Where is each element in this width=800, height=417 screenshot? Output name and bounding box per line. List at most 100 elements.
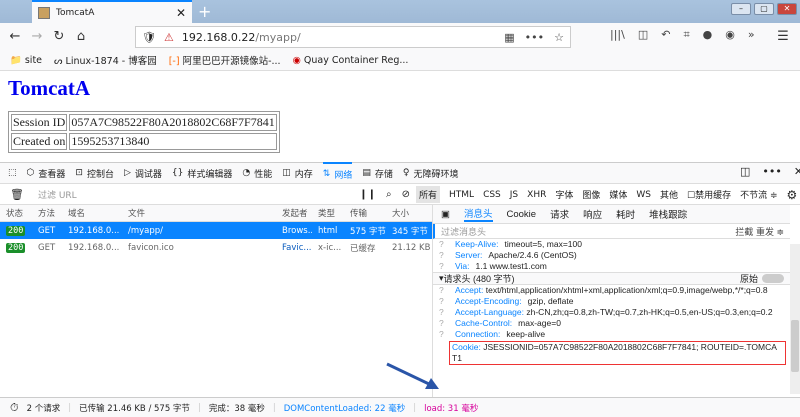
header-row: ? Via: 1.1 www.test1.com [439,261,547,271]
session-id-value: 057A7C98522F80A2018802C68F7F7841 [69,114,277,131]
network-status-bar: ⏱ 2 个请求 | 已传输 21.46 KB / 575 字节 | 完成：38 毫秒… [0,397,800,417]
block-button[interactable]: 拦截 [735,227,753,237]
request-details-panel: ▣ 消息头 Cookie 请求 响应 耗时 堆栈跟踪 过滤消息头 拦截 重发 ≑ … [432,205,790,397]
crop-icon[interactable]: ⌗ [683,28,689,42]
header-row: ? Server: Apache/2.4.6 (CentOS) [439,250,577,260]
transferred-size: 已传输 21.46 KB / 575 字节 [79,403,190,414]
resend-button[interactable]: 重发 ≑ [756,227,784,237]
annotation-arrow-icon [386,362,439,389]
header-row: ? Cache-Control: max-age=0 [439,318,561,328]
forward-button[interactable]: → [26,29,48,44]
tab-accessibility[interactable]: ♀ 无障碍环境 [403,162,459,184]
header-row: ? Accept-Language: zh-CN,zh;q=0.8,zh-TW;q… [439,307,773,317]
status-badge: 200 [6,242,26,253]
dom-content-loaded-time: DOMContentLoaded: 22 毫秒 [283,403,406,414]
search-icon[interactable]: ⌕ [386,189,392,200]
url-path: /myapp/ [255,30,301,44]
tab-cookies[interactable]: Cookie [507,209,537,220]
reload-button[interactable]: ↻ [48,29,70,44]
maximize-button[interactable]: ▢ [754,3,774,15]
header-filter-input[interactable]: 过滤消息头 [441,225,486,238]
devtools-tabs: ⬚ ⬡ 查看器 ⊡ 控制台 ▷ 调试器 {} 样式编辑器 ◔ 性能 ◫ 内存 ⇅ 网络 ▤ 存储… [0,162,800,184]
sidebar-icon[interactable]: ◫ [638,28,648,42]
table-row[interactable]: 200GET192.168.0.../myapp/Brows...html575… [0,222,432,239]
tab-style-editor[interactable]: {} 样式编辑器 [172,162,232,184]
tab-timings[interactable]: 耗时 [616,207,635,221]
toggle-panel-icon[interactable]: ▣ [441,209,450,220]
url-bar[interactable]: 🛡 ⚠ 192.168.0.22/myapp/ ▦ ••• ☆ [135,26,571,48]
element-picker-icon[interactable]: ⬚ [8,168,17,178]
tab-response[interactable]: 响应 [583,207,602,221]
tab-memory[interactable]: ◫ 内存 [282,162,313,184]
new-tab-button[interactable]: + [198,2,211,21]
raw-label: 原始 [739,274,758,284]
filter-js[interactable]: JS [510,190,518,200]
filter-media[interactable]: 媒体 [609,188,627,201]
tab-console[interactable]: ⊡ 控制台 [75,162,114,184]
filter-html[interactable]: HTML [449,190,474,200]
filter-xhr[interactable]: XHR [527,190,546,200]
block-icon[interactable]: ⊘ [402,189,410,200]
tab-debugger[interactable]: ▷ 调试器 [124,162,162,184]
filter-other[interactable]: 其他 [660,188,678,201]
filter-images[interactable]: 图像 [582,188,600,201]
throttle-select[interactable]: 不节流 ≑ [740,188,777,201]
finish-time: 完成：38 毫秒 [208,403,265,414]
filter-ws[interactable]: WS [636,190,651,200]
pause-icon[interactable]: ❙❙ [359,189,376,200]
created-on-label: Created on [11,133,68,150]
browser-tab[interactable]: TomcatA ✕ [32,0,192,23]
undo-icon[interactable]: ↶ [661,28,670,42]
account-icon[interactable]: ◉ [725,28,735,42]
request-headers-section[interactable]: ▾ 请求头 (480 字节) 原始 [433,272,790,285]
url-filter-input[interactable]: 过滤 URL [38,188,77,201]
table-header: 状态 方法 域名 文件 发起者 类型 传输 大小 [0,205,432,222]
session-table: Session ID 057A7C98522F80A2018802C68F7F78… [8,111,280,153]
devtools-close-icon[interactable]: ✕ [794,165,800,178]
tab-params[interactable]: 请求 [550,207,569,221]
tab-network[interactable]: ⇅ 网络 [322,162,353,184]
library-icon[interactable]: |||\ [610,28,625,42]
shield-icon: 🛡 [142,30,156,44]
tab-headers[interactable]: 消息头 [463,206,493,222]
page-actions-icon[interactable]: ••• [525,31,544,44]
overflow-icon[interactable]: » [748,28,755,42]
settings-gear-icon[interactable]: ⚙ [787,188,798,202]
dock-icon[interactable]: ◫ [740,165,750,178]
home-button[interactable]: ⌂ [70,29,92,44]
request-count: 2 个请求 [26,403,61,414]
created-on-value: 1595253713840 [69,133,277,150]
trash-icon[interactable]: 🗑 [10,188,24,201]
devtools-more-icon[interactable]: ••• [762,165,781,178]
filter-fonts[interactable]: 字体 [555,188,573,201]
tab-performance[interactable]: ◔ 性能 [242,162,272,184]
bookmark-star-icon[interactable]: ☆ [554,31,564,44]
filter-css[interactable]: CSS [483,190,501,200]
load-time: load: 31 毫秒 [424,403,479,414]
close-window-button[interactable]: ✕ [777,3,797,15]
bookmark-site[interactable]: 📁 site [10,55,42,66]
bookmarks-bar: 📁 site ᔕ Linux-1874 - 博客园 [-] 阿里巴巴开源镜像站-… [0,50,800,71]
session-id-label: Session ID [11,114,68,131]
qr-code-icon[interactable]: ▦ [504,31,514,44]
header-row: ? Connection: keep-alive [439,329,546,339]
bookmark-quay[interactable]: ◉ Quay Container Reg... [293,55,409,66]
bookmark-aliyun[interactable]: [-] 阿里巴巴开源镜像站-... [169,53,281,67]
status-badge: 200 [6,225,26,236]
menu-button[interactable]: ☰ [772,29,794,44]
cookie-header-row: Cookie: JSESSIONID=057A7C98522F80A201880… [449,341,786,365]
scrollbar-thumb[interactable] [791,320,799,372]
disable-cache-checkbox[interactable]: ☐禁用缓存 [687,188,731,201]
close-tab-icon[interactable]: ✕ [176,6,186,20]
filter-all[interactable]: 所有 [416,186,441,203]
back-button[interactable]: ← [4,29,26,44]
bookmark-cnblogs[interactable]: ᔕ Linux-1874 - 博客园 [54,53,157,67]
page-heading: TomcatA [8,76,91,100]
table-row[interactable]: 200 GET 192.168.0... favicon.ico Favic... x-i… [0,239,432,256]
minimize-button[interactable]: – [731,3,751,15]
raw-toggle[interactable] [762,274,784,283]
tab-stack-trace[interactable]: 堆栈跟踪 [649,207,687,221]
tab-inspector[interactable]: ⬡ 查看器 [27,162,66,184]
tab-storage[interactable]: ▤ 存储 [362,162,393,184]
extension-icon[interactable]: ● [703,28,713,42]
